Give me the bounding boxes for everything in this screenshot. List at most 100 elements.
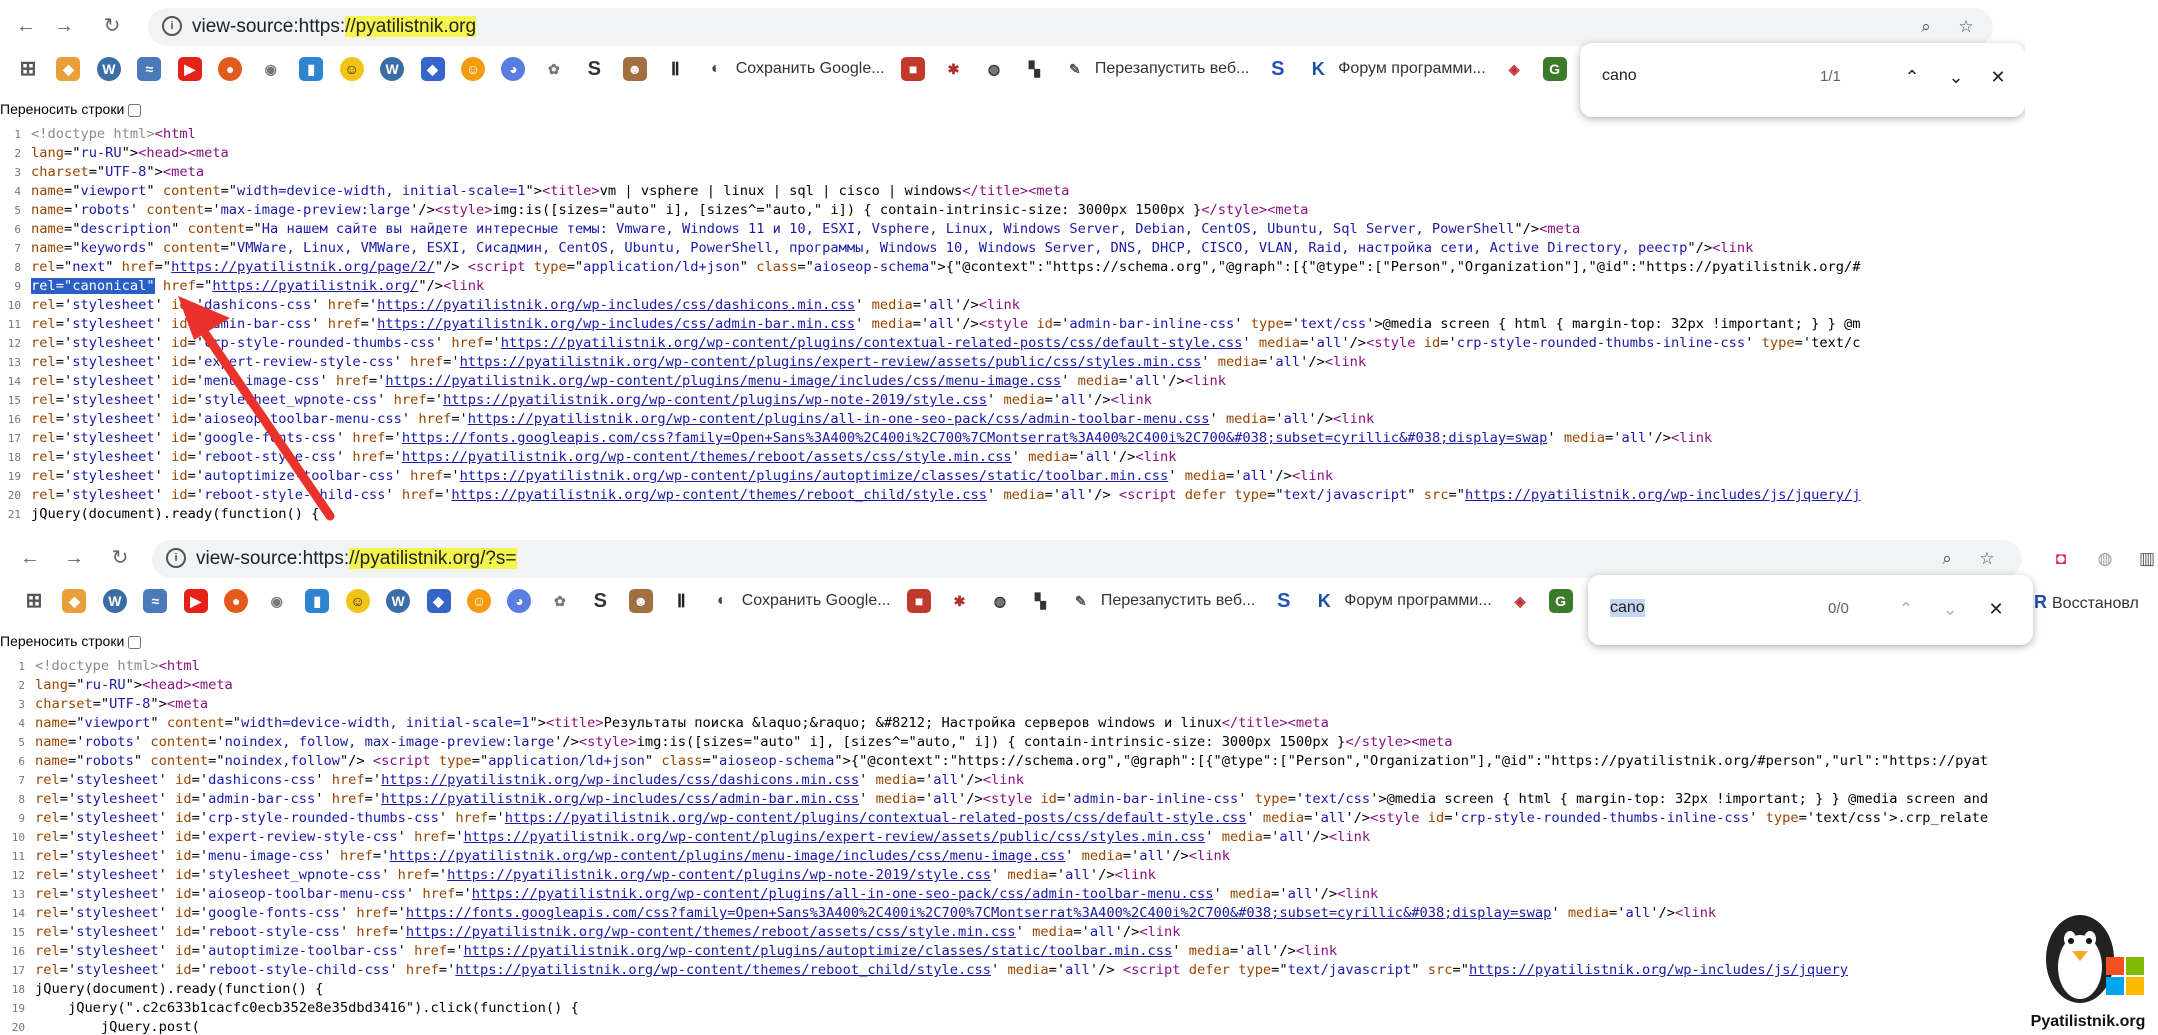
globe-icon[interactable]: ◍ — [2094, 548, 2116, 570]
bookmark-smile-icon[interactable]: ☺ — [466, 586, 491, 616]
bookmark-restart-web[interactable]: ✎ Перезапустить веб... — [1063, 54, 1249, 84]
url-text[interactable]: view-source:https://pyatilistnik.org/?s= — [196, 548, 517, 570]
bookmark-save-google[interactable]: ◐ Сохранить Google... — [704, 54, 885, 84]
apps-grid-icon[interactable]: ⊞ — [22, 586, 46, 616]
source-link[interactable]: https://pyatilistnik.org/wp-content/plug… — [443, 392, 987, 408]
bookmark-icon-13[interactable]: ✿ — [548, 586, 572, 616]
find-close-button[interactable]: ✕ — [1984, 63, 2012, 91]
find-in-page-icon[interactable]: ⌕ — [1936, 548, 1958, 570]
source-link[interactable]: https://pyatilistnik.org/wp-content/plug… — [385, 373, 1061, 389]
bookmark-icon-26[interactable]: G — [1548, 586, 1573, 616]
source-link[interactable]: https://pyatilistnik.org/wp-content/them… — [406, 924, 1016, 940]
bookmark-icon-3[interactable]: ≈ — [143, 586, 168, 616]
bookmark-icon-5[interactable]: ● — [218, 54, 243, 84]
bookmark-forum[interactable]: K Форум программи... — [1312, 586, 1492, 616]
bookmark-icon-16[interactable]: Ⅱ — [663, 54, 687, 84]
bookmark-s-blue-icon[interactable]: S — [1266, 54, 1290, 84]
bookmark-restart-web[interactable]: ✎ Перезапустить веб... — [1069, 586, 1255, 616]
bookmark-icon-21[interactable]: ▚ — [1028, 586, 1052, 616]
find-in-page-icon[interactable]: ⌕ — [1915, 16, 1937, 38]
source-link[interactable]: https://pyatilistnik.org/wp-content/plug… — [447, 867, 991, 883]
bookmark-youtube-icon[interactable]: ▶ — [177, 54, 202, 84]
find-prev-button[interactable]: ⌃ — [1892, 595, 1920, 623]
bookmark-icon-10[interactable]: ◆ — [426, 586, 451, 616]
forward-button[interactable]: → — [52, 14, 76, 38]
find-next-button[interactable]: ⌄ — [1942, 63, 1970, 91]
apps-grid-icon[interactable]: ⊞ — [16, 54, 40, 84]
bookmark-icon-20[interactable]: ◍ — [982, 54, 1006, 84]
source-link[interactable]: https://pyatilistnik.org/wp-content/plug… — [505, 810, 1247, 826]
bookmark-icon-21[interactable]: ▚ — [1022, 54, 1046, 84]
bookmark-icon-12[interactable]: ◕ — [501, 54, 526, 84]
bookmark-avatar-icon[interactable]: ☻ — [628, 586, 653, 616]
bookmark-s-blue-icon[interactable]: S — [1272, 586, 1296, 616]
source-link[interactable]: https://pyatilistnik.org/wp-includes/css… — [377, 297, 855, 313]
source-link[interactable]: https://pyatilistnik.org/wp-includes/css… — [381, 791, 859, 807]
bookmark-chart-icon[interactable]: ▮ — [305, 586, 330, 616]
bookmark-restore[interactable]: R Восстановл — [2034, 592, 2139, 613]
url-text[interactable]: view-source:https://pyatilistnik.org — [192, 16, 477, 38]
bookmark-icon-1[interactable]: ◆ — [62, 586, 87, 616]
bookmark-youtube-icon[interactable]: ▶ — [183, 586, 208, 616]
bookmark-wordpress-icon[interactable]: W — [96, 54, 121, 84]
bookmark-eye-icon[interactable]: ◉ — [259, 54, 283, 84]
bookmark-s-icon[interactable]: S — [582, 54, 606, 84]
bookmark-chart-icon[interactable]: ▮ — [299, 54, 324, 84]
source-link[interactable]: https://pyatilistnik.org/wp-includes/css… — [377, 316, 855, 332]
source-link[interactable]: https://pyatilistnik.org/wp-includes/js/… — [1469, 962, 1848, 978]
bookmark-icon-20[interactable]: ◍ — [988, 586, 1012, 616]
bookmark-avatar-icon[interactable]: ☻ — [622, 54, 647, 84]
find-next-button[interactable]: ⌄ — [1936, 595, 1964, 623]
bookmark-icon-25[interactable]: ◈ — [1502, 54, 1526, 84]
bookmark-eye-icon[interactable]: ◉ — [265, 586, 289, 616]
line-wrap-checkbox[interactable] — [128, 103, 142, 117]
source-link[interactable]: https://pyatilistnik.org/wp-content/plug… — [501, 335, 1243, 351]
reload-button[interactable]: ↻ — [100, 14, 124, 38]
omnibox[interactable]: i view-source:https://pyatilistnik.org ⌕… — [148, 8, 1993, 46]
bookmark-icon-18[interactable]: ■ — [907, 586, 932, 616]
bookmark-icon-19[interactable]: ✱ — [948, 586, 972, 616]
site-info-icon[interactable]: i — [162, 16, 182, 36]
source-link[interactable]: https://pyatilistnik.org/wp-content/plug… — [468, 411, 1210, 427]
source-link[interactable]: https://fonts.googleapis.com/css?family=… — [402, 430, 1547, 446]
bookmark-smile-icon[interactable]: ☺ — [460, 54, 485, 84]
bookmark-s-icon[interactable]: S — [588, 586, 612, 616]
source-link[interactable]: https://pyatilistnik.org/wp-content/plug… — [464, 943, 1173, 959]
reload-button[interactable]: ↻ — [108, 546, 132, 570]
bookmark-icon-5[interactable]: ● — [224, 586, 249, 616]
source-link[interactable]: https://fonts.googleapis.com/css?family=… — [406, 905, 1551, 921]
bookmark-wordpress-icon[interactable]: W — [102, 586, 127, 616]
find-prev-button[interactable]: ⌃ — [1898, 63, 1926, 91]
line-wrap-checkbox[interactable] — [128, 635, 142, 649]
pocket-icon[interactable]: ◘ — [2050, 548, 2072, 570]
forward-button[interactable]: → — [62, 546, 86, 570]
bookmark-icon-19[interactable]: ✱ — [942, 54, 966, 84]
source-link[interactable]: https://pyatilistnik.org/wp-content/them… — [402, 449, 1012, 465]
bookmark-wordpress-icon-2[interactable]: W — [380, 54, 405, 84]
bookmark-icon-12[interactable]: ◕ — [507, 586, 532, 616]
source-link[interactable]: https://pyatilistnik.org/wp-content/plug… — [464, 829, 1206, 845]
source-link[interactable]: https://pyatilistnik.org/wp-content/plug… — [460, 468, 1169, 484]
source-link[interactable]: https://pyatilistnik.org/wp-includes/js/… — [1465, 487, 1861, 503]
bookmark-star-icon[interactable]: ☆ — [1976, 548, 1998, 570]
bookmark-icon-18[interactable]: ■ — [901, 54, 926, 84]
source-link[interactable]: https://pyatilistnik.org/wp-content/them… — [451, 487, 987, 503]
bookmark-save-google[interactable]: ◐ Сохранить Google... — [710, 586, 891, 616]
source-link[interactable]: https://pyatilistnik.org/ — [212, 278, 418, 294]
find-input[interactable]: cano — [1602, 67, 1637, 85]
source-link[interactable]: https://pyatilistnik.org/wp-content/plug… — [389, 848, 1065, 864]
source-link[interactable]: https://pyatilistnik.org/wp-content/plug… — [460, 354, 1202, 370]
bookmark-icon-1[interactable]: ◆ — [56, 54, 81, 84]
bookmark-icon-8[interactable]: ☺ — [339, 54, 364, 84]
bookmark-forum[interactable]: K Форум программи... — [1306, 54, 1486, 84]
back-button[interactable]: ← — [14, 14, 38, 38]
source-link[interactable]: https://pyatilistnik.org/wp-content/them… — [455, 962, 991, 978]
bookmark-star-icon[interactable]: ☆ — [1955, 16, 1977, 38]
bookmark-icon-3[interactable]: ≈ — [137, 54, 162, 84]
extensions-icon[interactable]: ▥ — [2136, 548, 2158, 570]
bookmark-icon-13[interactable]: ✿ — [542, 54, 566, 84]
back-button[interactable]: ← — [18, 546, 42, 570]
find-close-button[interactable]: ✕ — [1982, 595, 2010, 623]
bookmark-icon-16[interactable]: Ⅱ — [669, 586, 693, 616]
site-info-icon[interactable]: i — [166, 548, 186, 568]
